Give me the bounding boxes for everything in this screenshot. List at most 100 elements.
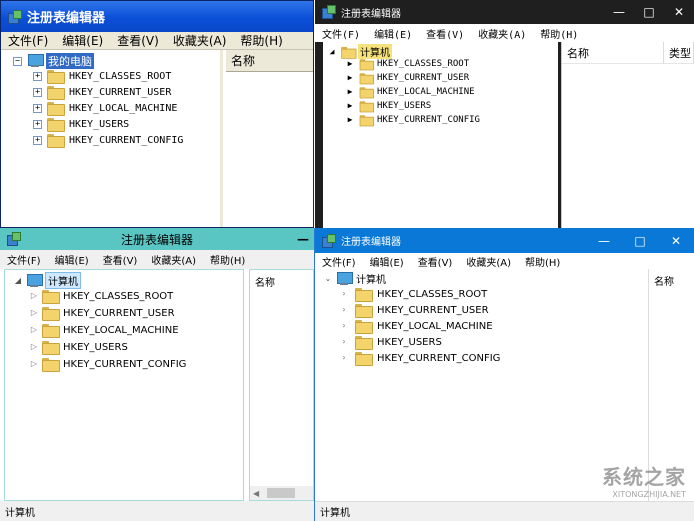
column-header-name[interactable]: 名称 [226,50,313,72]
menu-edit[interactable]: 编辑(E) [48,252,96,267]
folder-icon [42,290,60,304]
expand-icon[interactable]: + [33,103,42,113]
collapse-arrow-icon[interactable]: ◢ [13,276,23,286]
expand-arrow-icon[interactable]: ▷ [29,359,39,369]
tree-item-hkcu[interactable]: ▶ HKEY_CURRENT_USER [345,72,558,85]
folder-icon [47,86,65,100]
tree-root[interactable]: ◢ 计算机 [327,44,558,59]
expand-arrow-icon[interactable]: ▷ [29,342,39,352]
tree-item-hkcr[interactable]: › HKEY_CLASSES_ROOT [339,288,649,302]
expand-arrow-icon[interactable]: › [339,289,349,299]
menu-edit[interactable]: 编辑(E) [367,26,419,41]
tree-item-hku[interactable]: › HKEY_USERS [339,336,649,350]
tree-item-hkcr[interactable]: ▶ HKEY_CLASSES_ROOT [345,58,558,71]
folder-icon [42,358,60,372]
tree-item-hku[interactable]: + HKEY_USERS [33,118,220,132]
collapse-arrow-icon[interactable]: ◢ [327,47,337,57]
tree-item-hku[interactable]: ▷ HKEY_USERS [29,341,243,355]
menu-favorites[interactable]: 收藏夹(A) [459,254,518,269]
tree-item-hklm[interactable]: + HKEY_LOCAL_MACHINE [33,102,220,116]
menu-view[interactable]: 查看(V) [96,252,145,267]
scroll-left-icon[interactable]: ◀ [253,489,259,498]
menu-help[interactable]: 帮助(H) [518,254,567,269]
tree-item-hklm[interactable]: ▶ HKEY_LOCAL_MACHINE [345,86,558,99]
menu-file[interactable]: 文件(F) [0,252,48,267]
menu-help[interactable]: 帮助(H) [233,32,289,49]
registry-tree: − 我的电脑 + HKEY_CLASSES_ROOT + HKEY_CURREN… [1,50,223,227]
maximize-button[interactable]: □ [622,228,658,253]
menu-edit[interactable]: 编辑(E) [363,254,411,269]
expand-icon[interactable]: + [33,87,42,97]
expand-arrow-icon[interactable]: › [339,353,349,363]
menu-view[interactable]: 查看(V) [411,254,460,269]
regedit-icon [321,5,336,19]
maximize-button[interactable]: □ [634,0,664,24]
scrollbar-thumb[interactable] [267,488,296,498]
close-button[interactable]: ✕ [658,228,694,253]
expand-arrow-icon[interactable]: ▶ [345,59,355,69]
expand-arrow-icon[interactable]: ▷ [29,308,39,318]
menu-view[interactable]: 查看(V) [419,26,471,41]
tree-item-hklm[interactable]: ▷ HKEY_LOCAL_MACHINE [29,324,243,338]
column-header-name[interactable]: 名称 [250,270,313,292]
expand-arrow-icon[interactable]: ▶ [345,115,355,125]
column-header-name[interactable]: 名称 [649,269,694,291]
tree-item-label: HKEY_USERS [377,101,432,111]
menu-file[interactable]: 文件(F) [1,32,55,49]
tree-item-hkcu[interactable]: + HKEY_CURRENT_USER [33,86,220,100]
expand-arrow-icon[interactable]: › [339,305,349,315]
tree-item-hklm[interactable]: › HKEY_LOCAL_MACHINE [339,320,649,334]
expand-icon[interactable]: + [33,119,42,129]
tree-root[interactable]: ◢ 计算机 [13,272,243,289]
tree-item-hkcu[interactable]: › HKEY_CURRENT_USER [339,304,649,318]
tree-root-label: 我的电脑 [46,53,94,69]
menu-favorites[interactable]: 收藏夹(A) [166,32,234,49]
minimize-button[interactable]: — [586,228,622,253]
tree-root[interactable]: ⌄ 计算机 [323,271,649,286]
tree-item-hkcc[interactable]: › HKEY_CURRENT_CONFIG [339,352,649,366]
expand-arrow-icon[interactable]: ▶ [345,73,355,83]
horizontal-scrollbar[interactable]: ◀ [250,486,313,500]
tree-item-hkcc[interactable]: + HKEY_CURRENT_CONFIG [33,134,220,148]
menu-help[interactable]: 帮助(H) [203,252,252,267]
tree-root[interactable]: − 我的电脑 [13,53,220,69]
expand-icon[interactable]: + [33,71,42,81]
column-header-label: 名称 [231,54,256,68]
expand-icon[interactable]: + [33,135,42,145]
tree-item-label: HKEY_CLASSES_ROOT [377,59,470,69]
menu-favorites[interactable]: 收藏夹(A) [144,252,203,267]
window-title: 注册表编辑器 [341,237,401,248]
expand-arrow-icon[interactable]: ▷ [29,325,39,335]
tree-item-hku[interactable]: ▶ HKEY_USERS [345,100,558,113]
registry-tree: ◢ 计算机 ▶ HKEY_CLASSES_ROOT ▶ HKEY_CURRENT… [323,42,558,228]
expand-arrow-icon[interactable]: ▶ [345,87,355,97]
tree-item-hkcr[interactable]: ▷ HKEY_CLASSES_ROOT [29,290,243,304]
collapse-arrow-icon[interactable]: ⌄ [323,274,333,284]
folder-icon [359,73,374,85]
expand-arrow-icon[interactable]: › [339,337,349,347]
column-header-type[interactable]: 类型 [664,42,694,64]
collapse-icon[interactable]: − [13,56,22,66]
regedit-icon [321,233,336,248]
expand-arrow-icon[interactable]: › [339,321,349,331]
folder-icon [359,115,374,127]
expand-arrow-icon[interactable]: ▷ [29,291,39,301]
tree-item-hkcc[interactable]: ▶ HKEY_CURRENT_CONFIG [345,114,558,127]
column-header-name[interactable]: 名称 [562,42,664,64]
expand-arrow-icon[interactable]: ▶ [345,101,355,111]
tree-item-hkcu[interactable]: ▷ HKEY_CURRENT_USER [29,307,243,321]
menu-view[interactable]: 查看(V) [110,32,166,49]
menu-favorites[interactable]: 收藏夹(A) [471,26,533,41]
regedit-window-win7: 注册表编辑器 — □ ✕ 文件(F) 编辑(E) 查看(V) 收藏夹(A) 帮助… [315,0,694,228]
folder-icon [355,352,373,366]
tree-item-hkcc[interactable]: ▷ HKEY_CURRENT_CONFIG [29,358,243,372]
close-button[interactable]: ✕ [664,0,694,24]
menu-edit[interactable]: 编辑(E) [55,32,110,49]
menu-file[interactable]: 文件(F) [315,254,363,269]
tree-item-hkcr[interactable]: + HKEY_CLASSES_ROOT [33,70,220,84]
window-title: 注册表编辑器 [120,232,193,247]
minimize-button[interactable]: — [604,0,634,24]
menu-help[interactable]: 帮助(H) [533,26,585,41]
menu-file[interactable]: 文件(F) [315,26,367,41]
tree-item-label: HKEY_CURRENT_CONFIG [69,134,184,146]
